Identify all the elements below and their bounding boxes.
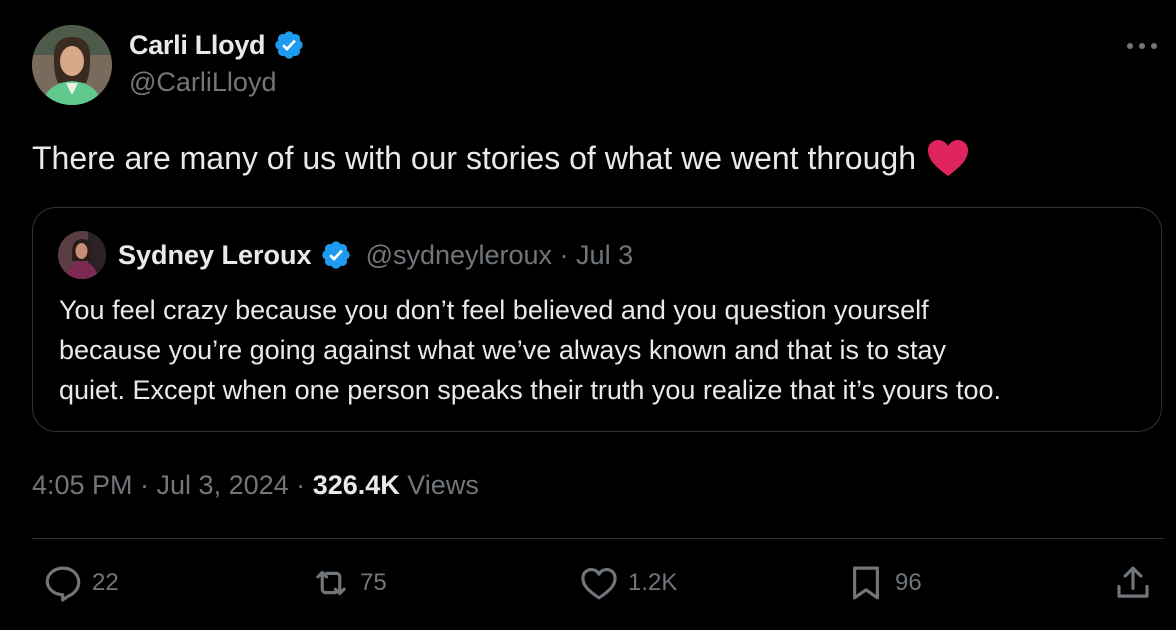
reply-button[interactable]: 22 — [42, 562, 119, 604]
quoted-text-line: because you’re going against what we’ve … — [59, 335, 947, 365]
quoted-tweet-text: You feel crazy because you don’t feel be… — [59, 290, 1149, 410]
bookmark-button[interactable]: 96 — [845, 562, 922, 604]
quoted-text-line: You feel crazy because you don’t feel be… — [59, 295, 929, 325]
repost-icon — [316, 570, 346, 596]
quoted-tweet[interactable]: Sydney Leroux @sydneyleroux · Jul 3 You … — [32, 207, 1162, 432]
more-icon — [1127, 43, 1157, 49]
quoted-author-name[interactable]: Sydney Leroux — [118, 240, 312, 271]
timestamp[interactable]: 4:05 PM · Jul 3, 2024 — [32, 470, 289, 500]
tweet-text: There are many of us with our stories of… — [32, 138, 970, 178]
heart-emoji-icon — [927, 140, 968, 176]
reply-count: 22 — [92, 569, 119, 596]
bookmark-count: 96 — [895, 569, 922, 596]
author-avatar[interactable] — [32, 25, 112, 105]
divider — [32, 538, 1164, 539]
repost-count: 75 — [360, 569, 387, 596]
tweet-meta: 4:05 PM · Jul 3, 2024 · 326.4K Views — [32, 470, 479, 501]
quoted-tweet-header: Sydney Leroux @sydneyleroux · Jul 3 — [58, 231, 633, 279]
bookmark-icon — [853, 566, 879, 600]
like-count: 1.2K — [628, 569, 678, 596]
reply-icon — [45, 566, 81, 602]
views-count: 326.4K — [312, 470, 400, 500]
like-button[interactable]: 1.2K — [578, 562, 677, 604]
more-options-button[interactable] — [1122, 30, 1162, 62]
verified-badge-icon — [275, 31, 303, 59]
views-label: Views — [407, 470, 479, 500]
quoted-author-avatar[interactable] — [58, 231, 106, 279]
meta-separator: · — [296, 470, 306, 500]
quoted-text-line: quiet. Except when one person speaks the… — [59, 375, 1002, 405]
share-button[interactable] — [1112, 562, 1154, 604]
share-icon — [1117, 566, 1149, 598]
repost-button[interactable]: 75 — [310, 562, 387, 604]
author-block: Carli Lloyd @CarliLloyd — [129, 29, 305, 98]
like-icon — [581, 567, 617, 600]
tweet-text-content: There are many of us with our stories of… — [32, 139, 916, 176]
quoted-author-meta: @sydneyleroux · Jul 3 — [365, 239, 634, 270]
author-handle[interactable]: @CarliLloyd — [129, 67, 305, 98]
action-bar: 22 75 1.2K 96 — [0, 562, 1176, 612]
author-name[interactable]: Carli Lloyd — [129, 30, 266, 61]
verified-badge-icon — [321, 241, 350, 269]
